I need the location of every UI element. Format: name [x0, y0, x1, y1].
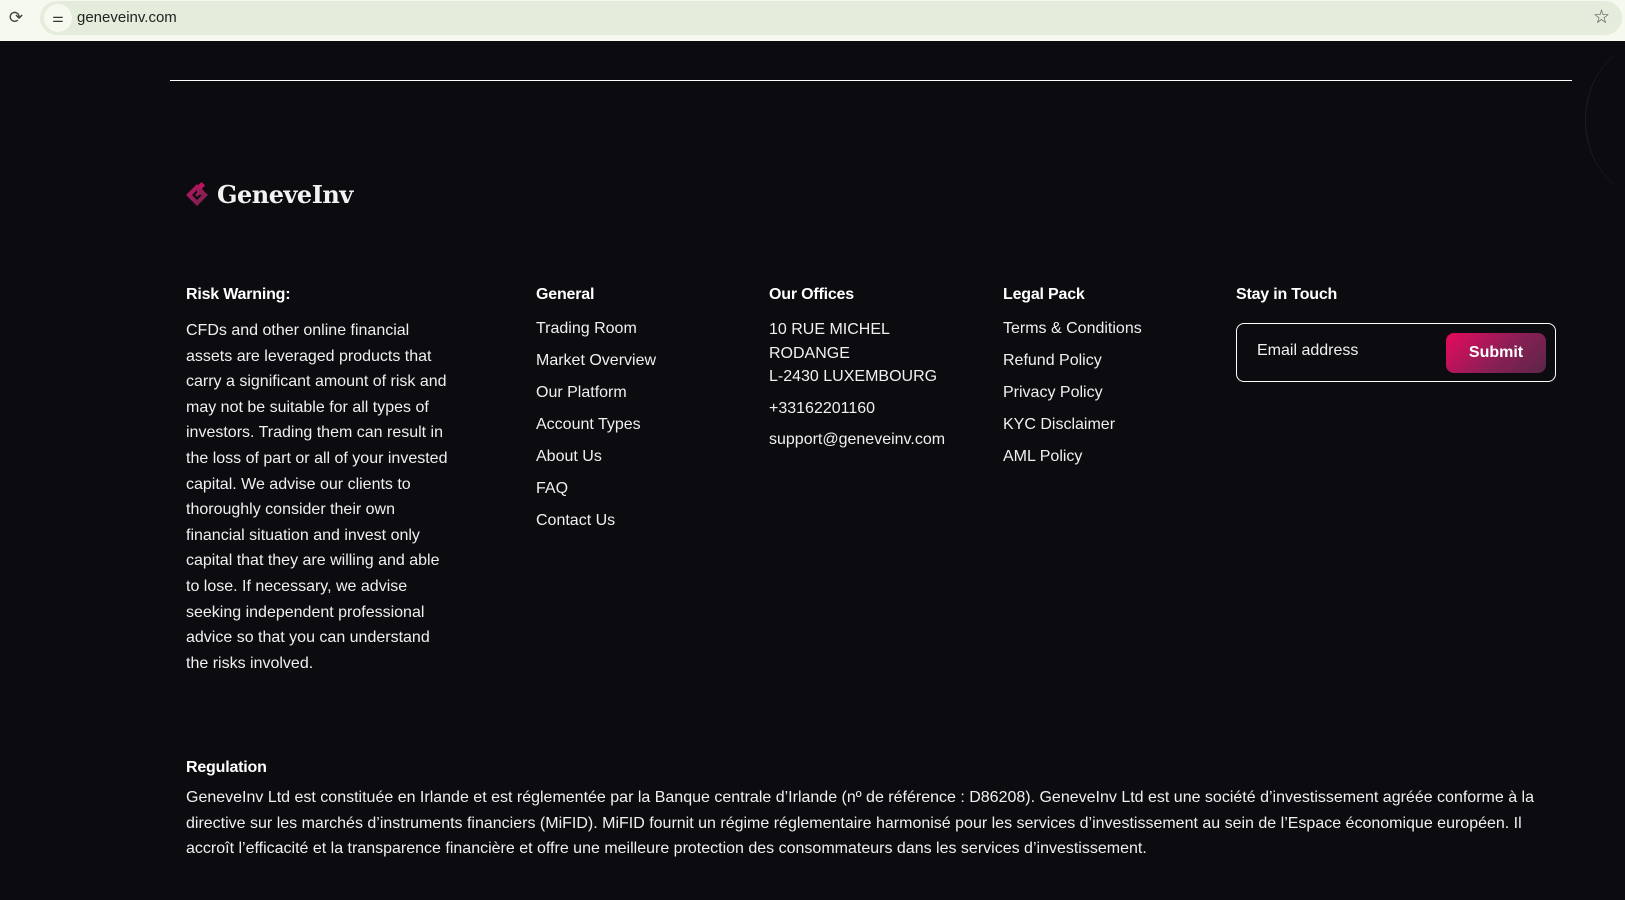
site-settings-icon[interactable]: ⚌: [44, 4, 72, 32]
address-line: RODANGE: [769, 344, 850, 362]
link-contact-us[interactable]: Contact Us: [536, 510, 656, 542]
submit-button[interactable]: Submit: [1446, 333, 1546, 373]
link-kyc-disclaimer[interactable]: KYC Disclaimer: [1003, 414, 1142, 446]
bookmark-star-icon[interactable]: ☆: [1593, 6, 1610, 29]
url-text[interactable]: geneveinv.com: [77, 9, 177, 26]
newsletter-form: Submit: [1236, 323, 1556, 382]
general-heading: General: [536, 286, 595, 303]
link-trading-room[interactable]: Trading Room: [536, 318, 656, 350]
link-market-overview[interactable]: Market Overview: [536, 350, 656, 382]
link-our-platform[interactable]: Our Platform: [536, 382, 656, 414]
support-email[interactable]: support@geneveinv.com: [769, 428, 945, 452]
browser-toolbar: ⟳ ⚌ geneveinv.com ☆: [0, 0, 1625, 41]
link-refund-policy[interactable]: Refund Policy: [1003, 350, 1142, 382]
decorative-arc: [1585, 45, 1625, 195]
regulation-heading: Regulation: [186, 759, 267, 776]
address-line: 10 RUE MICHEL: [769, 321, 890, 338]
link-privacy-policy[interactable]: Privacy Policy: [1003, 382, 1142, 414]
link-aml-policy[interactable]: AML Policy: [1003, 446, 1142, 478]
newsletter-section: Stay in Touch Submit: [1236, 286, 1556, 382]
link-account-types[interactable]: Account Types: [536, 414, 656, 446]
reload-icon[interactable]: ⟳: [6, 8, 26, 28]
legal-heading: Legal Pack: [1003, 286, 1085, 303]
risk-warning-heading: Risk Warning:: [186, 286, 291, 303]
divider: [170, 80, 1572, 81]
risk-warning-section: Risk Warning: CFDs and other online fina…: [186, 286, 451, 676]
phone-number[interactable]: +33162201160: [769, 397, 945, 421]
link-terms[interactable]: Terms & Conditions: [1003, 318, 1142, 350]
logo-text: GeneveInv: [217, 180, 353, 209]
regulation-text: GeneveInv Ltd est constituée en Irlande …: [186, 789, 1534, 858]
general-section: General Trading Room Market Overview Our…: [536, 286, 656, 542]
offices-section: Our Offices 10 RUE MICHEL RODANGE L-2430…: [769, 286, 945, 452]
risk-warning-text: CFDs and other online financial assets a…: [186, 322, 448, 672]
link-about-us[interactable]: About Us: [536, 446, 656, 478]
link-faq[interactable]: FAQ: [536, 478, 656, 510]
regulation-section: Regulation GeneveInv Ltd est constituée …: [186, 759, 1556, 862]
newsletter-heading: Stay in Touch: [1236, 286, 1338, 303]
email-input[interactable]: [1257, 342, 1427, 360]
offices-heading: Our Offices: [769, 286, 854, 303]
legal-section: Legal Pack Terms & Conditions Refund Pol…: [1003, 286, 1142, 478]
address-line: L-2430 LUXEMBOURG: [769, 368, 938, 385]
address-bar[interactable]: ⚌ geneveinv.com ☆: [40, 1, 1622, 35]
logo-icon: [186, 181, 208, 206]
logo[interactable]: GeneveInv: [183, 180, 353, 209]
